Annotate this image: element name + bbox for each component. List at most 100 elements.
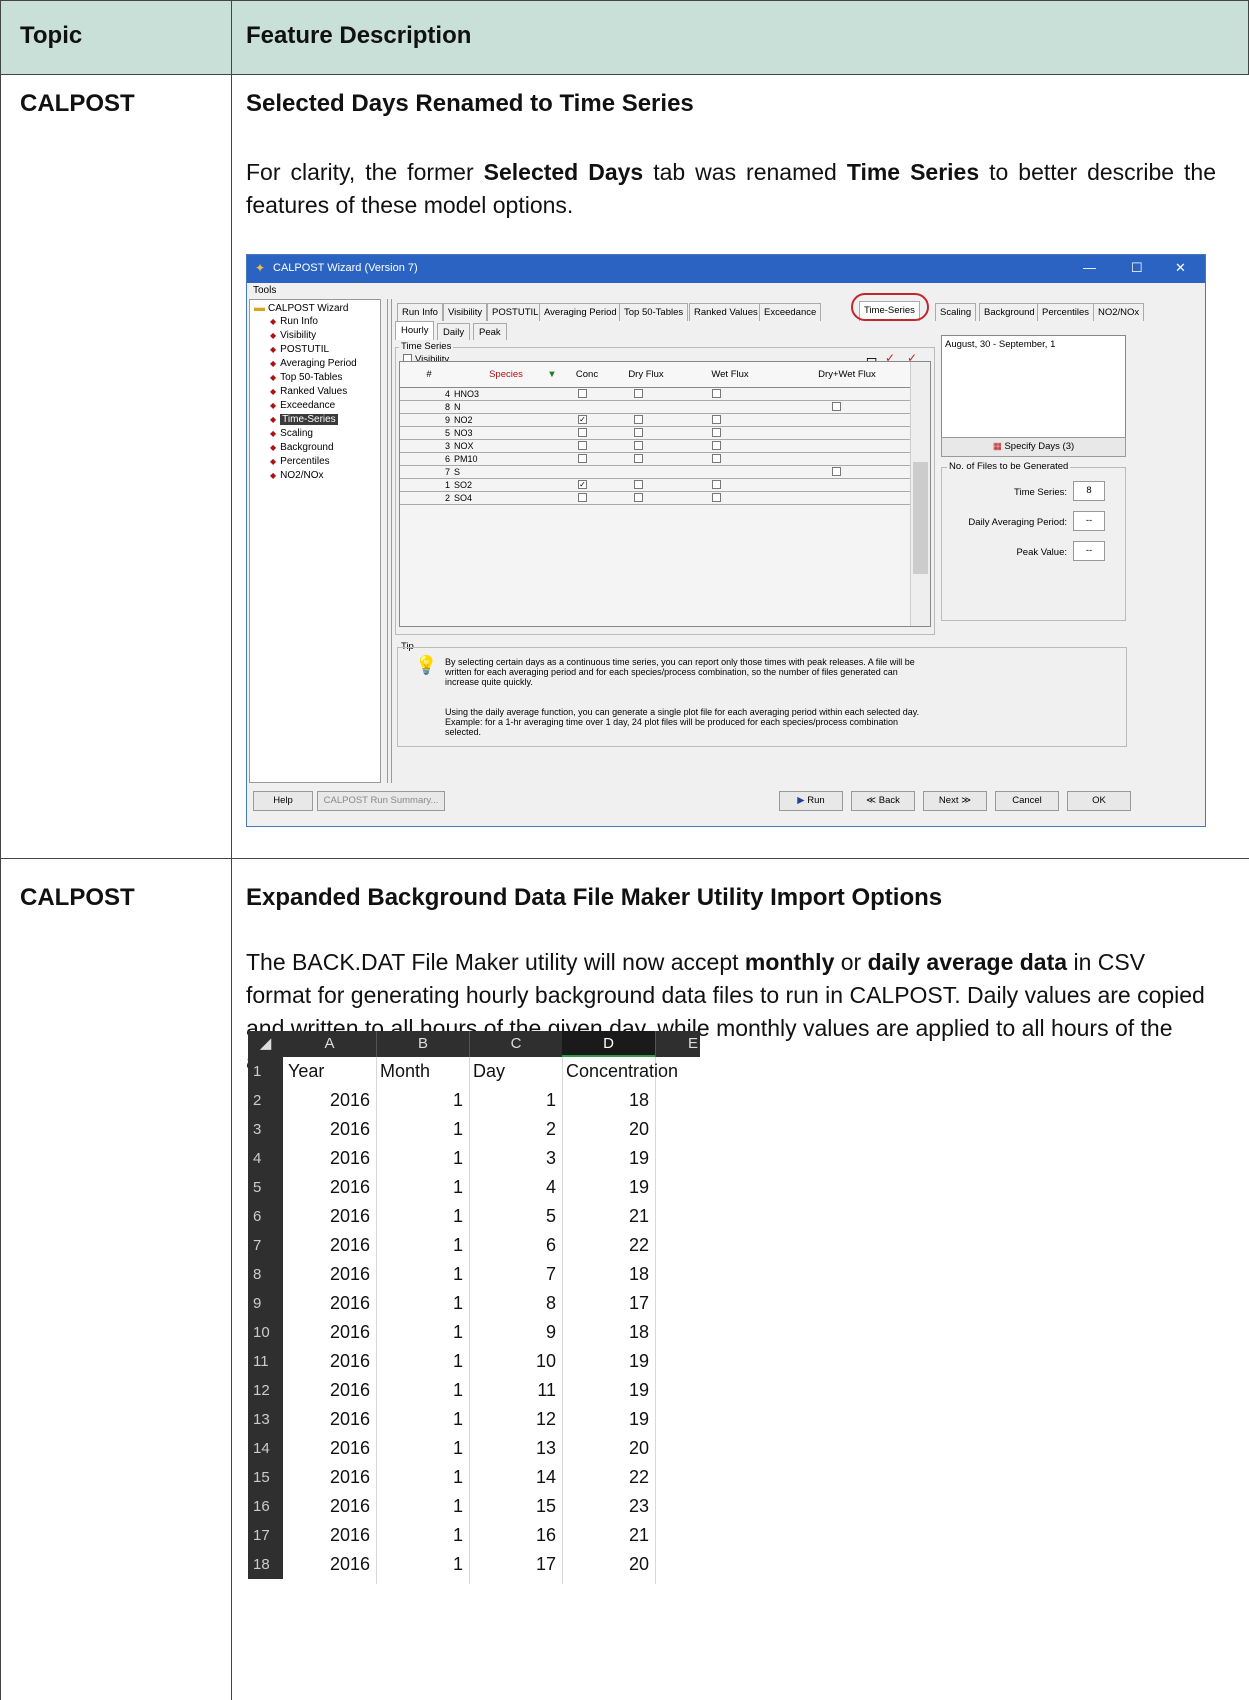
tree-item-no2-nox[interactable]: ◆ NO2/NOx	[270, 470, 324, 481]
files-value-peak[interactable]: --	[1073, 541, 1105, 561]
tree-item-background[interactable]: ◆ Background	[270, 442, 334, 453]
sheet-cell[interactable]: 20	[562, 1434, 655, 1463]
sheet-cell[interactable]: 2016	[283, 1115, 376, 1144]
grid-checkbox[interactable]	[578, 389, 587, 398]
tree-item-postutil[interactable]: ◆ POSTUTIL	[270, 344, 329, 355]
tree-root[interactable]: CALPOST Wizard	[268, 303, 348, 314]
subtab-peak[interactable]: Peak	[473, 323, 507, 340]
col-header-b[interactable]: B	[376, 1031, 469, 1057]
tab-run-info[interactable]: Run Info	[397, 303, 443, 321]
maximize-icon[interactable]: ☐	[1131, 260, 1143, 276]
tree-item-run-info[interactable]: ◆ Run Info	[270, 316, 318, 327]
sheet-cell[interactable]: 10	[469, 1347, 562, 1376]
scroll-thumb[interactable]	[913, 462, 928, 574]
sheet-cell[interactable]: 2016	[283, 1347, 376, 1376]
col-header-d[interactable]: D	[562, 1031, 655, 1057]
sheet-cell[interactable]: 2016	[283, 1202, 376, 1231]
sheet-cell[interactable]: 1	[376, 1550, 469, 1579]
grid-checkbox[interactable]	[712, 441, 721, 450]
header-month[interactable]: Month	[380, 1057, 430, 1086]
grid-checkbox[interactable]	[712, 389, 721, 398]
subtab-daily[interactable]: Daily	[437, 323, 471, 340]
tree-item-visibility[interactable]: ◆ Visibility	[270, 330, 316, 341]
sheet-cell[interactable]: 15	[469, 1492, 562, 1521]
grid-row[interactable]: 5 NO3	[400, 428, 910, 440]
sheet-cell[interactable]: 18	[562, 1260, 655, 1289]
sheet-cell[interactable]: 19	[562, 1173, 655, 1202]
row-header[interactable]: 16	[248, 1492, 283, 1521]
close-icon[interactable]: ✕	[1175, 260, 1186, 276]
sheet-cell[interactable]: 16	[469, 1521, 562, 1550]
sheet-cell[interactable]: 2016	[283, 1492, 376, 1521]
grid-checkbox[interactable]	[634, 493, 643, 502]
grid-checkbox[interactable]	[578, 441, 587, 450]
sheet-cell[interactable]: 2016	[283, 1434, 376, 1463]
cancel-button[interactable]: Cancel	[995, 791, 1059, 811]
grid-checkbox[interactable]: ✓	[578, 415, 587, 424]
grid-checkbox[interactable]	[634, 428, 643, 437]
tab-postutil[interactable]: POSTUTIL	[487, 303, 544, 321]
grid-checkbox[interactable]	[634, 480, 643, 489]
row-header[interactable]: 18	[248, 1550, 283, 1579]
row-header[interactable]: 10	[248, 1318, 283, 1347]
sheet-cell[interactable]: 1	[376, 1289, 469, 1318]
sheet-cell[interactable]: 2016	[283, 1318, 376, 1347]
sheet-cell[interactable]: 6	[469, 1231, 562, 1260]
sheet-cell[interactable]: 1	[376, 1115, 469, 1144]
grid-checkbox[interactable]	[712, 415, 721, 424]
sheet-cell[interactable]: 8	[469, 1289, 562, 1318]
row-header[interactable]: 9	[248, 1289, 283, 1318]
help-button[interactable]: Help	[253, 791, 313, 811]
sheet-cell[interactable]: 2016	[283, 1521, 376, 1550]
row-header[interactable]: 11	[248, 1347, 283, 1376]
tab-background[interactable]: Background	[979, 303, 1040, 321]
tab-exceedance[interactable]: Exceedance	[759, 303, 822, 321]
sheet-cell[interactable]: 20	[562, 1115, 655, 1144]
grid-checkbox[interactable]	[712, 428, 721, 437]
sheet-cell[interactable]: 2016	[283, 1376, 376, 1405]
sheet-cell[interactable]: 1	[376, 1144, 469, 1173]
sheet-cell[interactable]: 14	[469, 1463, 562, 1492]
sheet-cell[interactable]: 19	[562, 1347, 655, 1376]
row-header[interactable]: 5	[248, 1173, 283, 1202]
minimize-icon[interactable]: —	[1083, 260, 1096, 275]
grid-row[interactable]: 4 HNO3	[400, 389, 910, 401]
tab-ranked-values[interactable]: Ranked Values	[689, 303, 763, 321]
sheet-cell[interactable]: 1	[376, 1405, 469, 1434]
grid-checkbox[interactable]	[832, 467, 841, 476]
row-header[interactable]: 12	[248, 1376, 283, 1405]
sheet-cell[interactable]: 23	[562, 1492, 655, 1521]
row-header[interactable]: 6	[248, 1202, 283, 1231]
sheet-cell[interactable]: 7	[469, 1260, 562, 1289]
sheet-cell[interactable]: 18	[562, 1086, 655, 1115]
row-header[interactable]: 3	[248, 1115, 283, 1144]
sheet-cell[interactable]: 3	[469, 1144, 562, 1173]
sheet-cell[interactable]: 9	[469, 1318, 562, 1347]
grid-checkbox[interactable]	[634, 441, 643, 450]
tree-item-time-series[interactable]: ◆ Time-Series	[270, 414, 338, 425]
sheet-cell[interactable]: 1	[376, 1434, 469, 1463]
grid-row[interactable]: 2 SO4	[400, 493, 910, 505]
row-header[interactable]: 14	[248, 1434, 283, 1463]
sheet-cell[interactable]: 1	[376, 1318, 469, 1347]
tab-scaling[interactable]: Scaling	[935, 303, 977, 321]
grid-row[interactable]: 8N	[400, 402, 910, 414]
sheet-cell[interactable]: 1	[376, 1260, 469, 1289]
sheet-cell[interactable]: 1	[376, 1202, 469, 1231]
ok-button[interactable]: OK	[1067, 791, 1131, 811]
row-header[interactable]: 17	[248, 1521, 283, 1550]
sheet-cell[interactable]: 1	[376, 1463, 469, 1492]
tree-item-percentiles[interactable]: ◆ Percentiles	[270, 456, 330, 467]
col-species[interactable]: Species	[456, 369, 556, 380]
sheet-cell[interactable]: 21	[562, 1521, 655, 1550]
sheet-cell[interactable]: 5	[469, 1202, 562, 1231]
row-header[interactable]: 15	[248, 1463, 283, 1492]
sheet-cell[interactable]: 2016	[283, 1260, 376, 1289]
next-button[interactable]: Next ≫	[923, 791, 987, 811]
grid-scrollbar[interactable]	[910, 362, 930, 626]
sheet-cell[interactable]: 18	[562, 1318, 655, 1347]
sheet-cell[interactable]: 1	[376, 1376, 469, 1405]
specify-days-button[interactable]: ▦ Specify Days (3)	[941, 437, 1126, 457]
row-header[interactable]: 2	[248, 1086, 283, 1115]
sheet-cell[interactable]: 17	[562, 1289, 655, 1318]
